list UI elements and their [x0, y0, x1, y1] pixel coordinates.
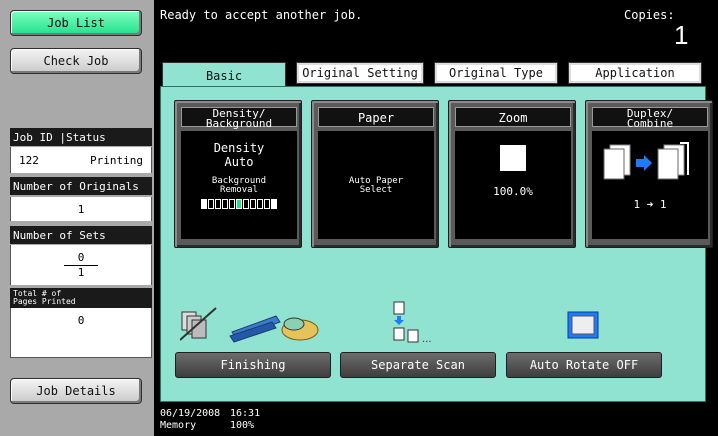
number-of-originals-value: 1 [10, 197, 152, 221]
number-of-sets-box: 0 1 [10, 245, 152, 285]
tab-original-setting-label: Original Setting [302, 66, 418, 80]
tab-original-setting[interactable]: Original Setting [296, 62, 424, 84]
memory-label: Memory [160, 420, 197, 431]
zoom-card-title: Zoom [455, 107, 571, 127]
duplex-card-title: Duplex/ Combine [592, 107, 708, 130]
finishing-label: Finishing [220, 358, 286, 372]
date-text: 06/19/2008 [160, 408, 221, 419]
copies-value: 1 [674, 20, 689, 50]
svg-text:...: ... [422, 334, 432, 345]
density-card-body: Density Auto Background Removal [181, 131, 297, 239]
tab-basic-label: Basic [205, 68, 243, 83]
density-value-1: Density [213, 141, 265, 155]
total-printed-header: Total # of Pages Printed [10, 288, 152, 308]
tab-basic[interactable]: Basic [162, 62, 286, 88]
zoom-card-body: 100.0% [455, 131, 571, 239]
separate-scan-button[interactable]: Separate Scan [340, 352, 496, 378]
duplex-value: 1 ➜ 1 [633, 198, 667, 211]
status-message: Ready to accept another job. [160, 8, 363, 22]
finishing-icons [180, 307, 319, 343]
sets-total: 1 [77, 265, 85, 279]
sets-done: 0 [63, 251, 99, 266]
auto-rotate-icon [567, 311, 599, 339]
separate-scan-label: Separate Scan [371, 358, 465, 372]
tab-original-type-label: Original Type [449, 66, 543, 80]
copies-label: Copies: [624, 8, 675, 22]
check-job-button[interactable]: Check Job [10, 48, 142, 74]
paper-card-body: Auto Paper Select [318, 131, 434, 239]
job-list-label: Job List [47, 16, 105, 30]
paper-card-title: Paper [318, 107, 434, 127]
total-printed-label-2: Pages Printed [13, 297, 76, 306]
time-text: 16:31 [230, 408, 261, 419]
job-id: 122 [19, 153, 39, 167]
density-sub-2: Removal [220, 185, 258, 195]
density-value-2: Auto [224, 155, 254, 169]
zoom-card[interactable]: Zoom 100.0% [448, 100, 576, 248]
sort-icon [180, 307, 217, 341]
check-job-label: Check Job [43, 54, 109, 68]
tab-original-type[interactable]: Original Type [434, 62, 558, 84]
page-icon [500, 145, 526, 171]
status-bar-bottom: 06/19/2008 16:31 Memory 100% [154, 402, 718, 436]
duplex-icon [603, 142, 689, 180]
duplex-card-body: 1 ➜ 1 [592, 131, 708, 239]
memory-value: 100% [230, 420, 255, 431]
job-id-status-row: 122 Printing [10, 147, 152, 173]
job-id-status-header: Job ID |Status [10, 128, 152, 146]
status-bar-top: Ready to accept another job. Copies: 1 [154, 0, 718, 50]
auto-rotate-off-label: Auto Rotate OFF [529, 358, 639, 372]
density-background-card[interactable]: Density/ Background Density Auto Backgro… [174, 100, 302, 248]
finishing-button[interactable]: Finishing [175, 352, 331, 378]
punch-icon [281, 317, 319, 341]
paper-card[interactable]: Paper Auto Paper Select [311, 100, 439, 248]
total-printed-filler [10, 332, 152, 358]
staple-icon [229, 315, 281, 343]
job-status: Printing [90, 153, 143, 167]
job-details-label: Job Details [36, 384, 116, 398]
auto-rotate-off-button[interactable]: Auto Rotate OFF [506, 352, 662, 378]
zoom-value: 100.0% [493, 185, 533, 198]
tab-application[interactable]: Application [568, 62, 702, 84]
tab-application-label: Application [595, 66, 675, 80]
number-of-sets-header: Number of Sets [10, 226, 152, 244]
job-sidebar: Job List Check Job Job ID |Status 122 Pr… [0, 0, 154, 436]
density-title-2: Background [205, 117, 273, 130]
separate-scan-icon: ... [393, 301, 432, 345]
job-list-button[interactable]: Job List [10, 10, 142, 36]
paper-value-2: Select [359, 185, 393, 195]
duplex-combine-card[interactable]: Duplex/ Combine 1 ➜ 1 [585, 100, 713, 248]
total-printed-value: 0 [10, 308, 152, 332]
job-details-button[interactable]: Job Details [10, 378, 142, 404]
density-card-title: Density/ Background [181, 107, 297, 130]
background-removal-scale [191, 199, 287, 209]
duplex-title-2: Combine [626, 117, 674, 130]
number-of-originals-header: Number of Originals [10, 177, 152, 195]
